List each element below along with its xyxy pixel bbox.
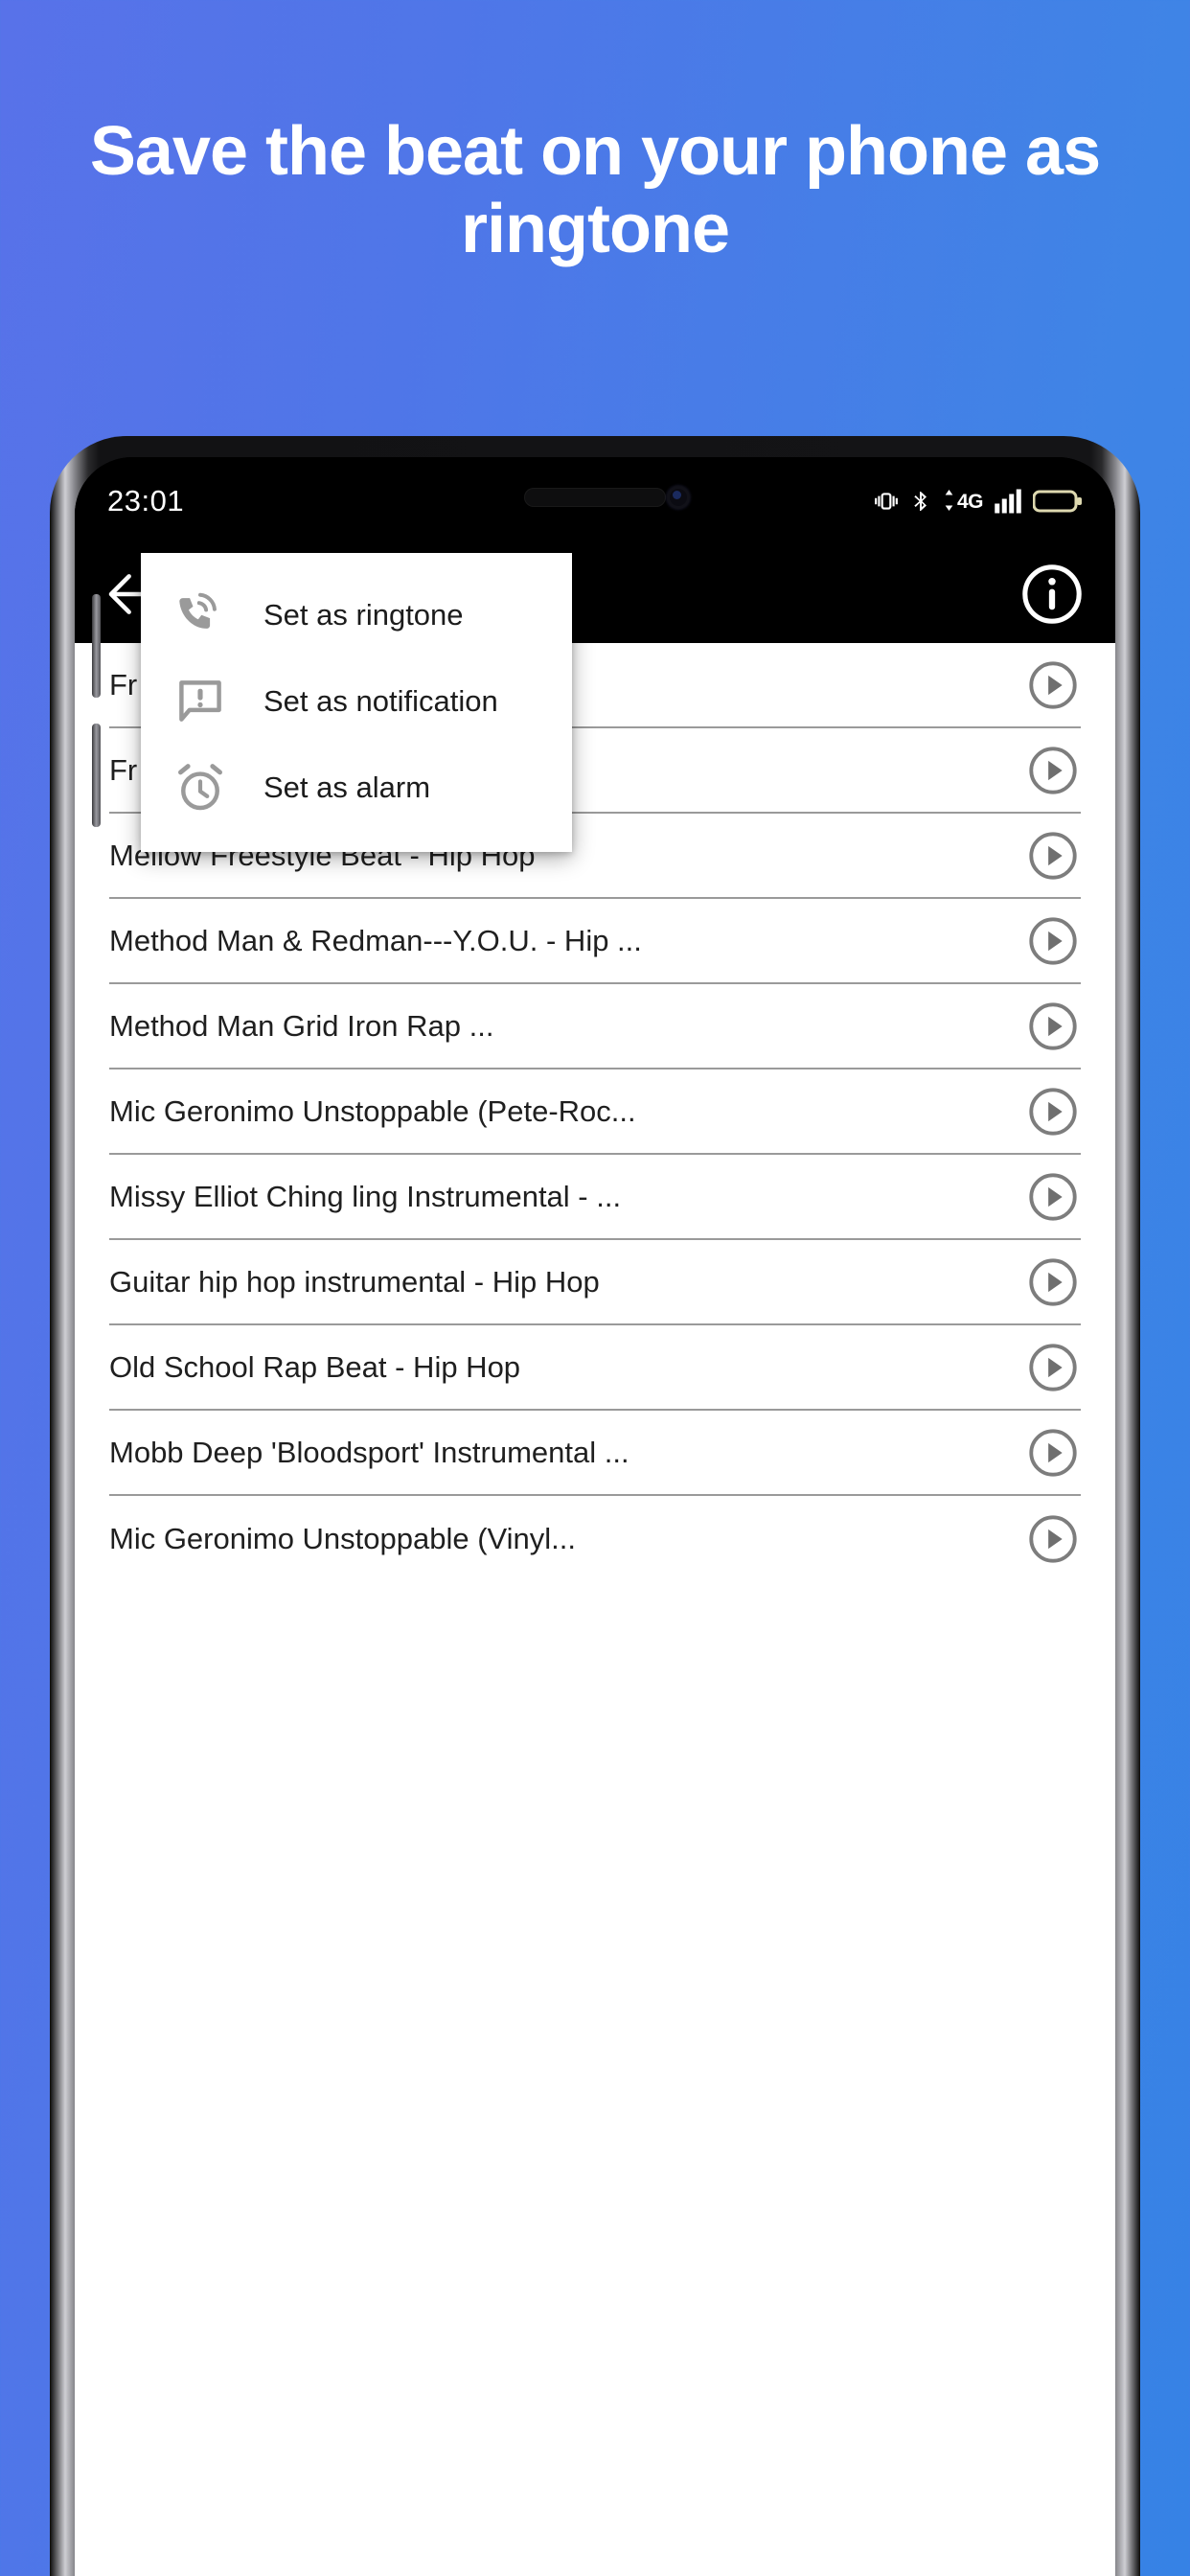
info-icon[interactable]	[1018, 560, 1087, 629]
ringtone-icon	[173, 588, 227, 642]
signal-bars-icon	[994, 489, 1022, 514]
play-circle-icon[interactable]	[1025, 1425, 1081, 1481]
status-icons: 4G	[874, 488, 1083, 515]
menu-item-set-as-notification[interactable]: Set as notification	[141, 658, 572, 745]
play-circle-icon[interactable]	[1025, 828, 1081, 884]
menu-item-set-as-alarm[interactable]: Set as alarm	[141, 745, 572, 831]
phone-frame: 23:01 4G Fr Fr Mellow Freestyle Beat - H…	[50, 436, 1140, 2576]
list-item[interactable]: Missy Elliot Ching ling Instrumental - .…	[109, 1155, 1081, 1240]
song-title: Old School Rap Beat - Hip Hop	[109, 1349, 521, 1384]
play-circle-icon[interactable]	[1025, 999, 1081, 1054]
play-circle-icon[interactable]	[1025, 657, 1081, 713]
earpiece-speaker	[524, 488, 666, 507]
volume-up-button[interactable]	[92, 594, 101, 698]
phone-screen: 23:01 4G Fr Fr Mellow Freestyle Beat - H…	[75, 457, 1115, 2576]
play-circle-icon[interactable]	[1025, 913, 1081, 969]
list-item[interactable]: Method Man & Redman---Y.O.U. - Hip ...	[109, 899, 1081, 984]
menu-item-label: Set as alarm	[263, 770, 431, 804]
song-title: Missy Elliot Ching ling Instrumental - .…	[109, 1179, 622, 1213]
play-circle-icon[interactable]	[1025, 1340, 1081, 1395]
list-item[interactable]: Mic Geronimo Unstoppable (Pete-Roc...	[109, 1070, 1081, 1155]
status-clock: 23:01	[107, 484, 185, 518]
notification-icon	[173, 675, 227, 728]
song-list[interactable]: Fr Fr Mellow Freestyle Beat - Hip Hop Me…	[75, 643, 1115, 2576]
alarm-clock-icon	[173, 761, 227, 815]
list-item[interactable]: Mobb Deep 'Bloodsport' Instrumental ...	[109, 1411, 1081, 1496]
network-4g-icon: 4G	[943, 489, 984, 514]
song-title: Fr	[109, 667, 138, 702]
battery-icon	[1033, 488, 1083, 515]
song-title: Mic Geronimo Unstoppable (Pete-Roc...	[109, 1093, 636, 1128]
menu-item-set-as-ringtone[interactable]: Set as ringtone	[141, 572, 572, 658]
volume-down-button[interactable]	[92, 724, 101, 827]
song-title: Fr	[109, 752, 138, 787]
menu-item-label: Set as ringtone	[263, 598, 464, 632]
play-circle-icon[interactable]	[1025, 1511, 1081, 1567]
list-item[interactable]: Old School Rap Beat - Hip Hop	[109, 1325, 1081, 1411]
song-title: Guitar hip hop instrumental - Hip Hop	[109, 1264, 600, 1299]
song-title: Mobb Deep 'Bloodsport' Instrumental ...	[109, 1435, 629, 1469]
context-menu[interactable]: Set as ringtone Set as notification Set …	[141, 553, 572, 852]
play-circle-icon[interactable]	[1025, 1254, 1081, 1310]
vibrate-icon	[874, 489, 899, 514]
list-item[interactable]: Guitar hip hop instrumental - Hip Hop	[109, 1240, 1081, 1325]
bluetooth-icon	[909, 488, 932, 515]
list-item[interactable]: Method Man Grid Iron Rap ...	[109, 984, 1081, 1070]
play-circle-icon[interactable]	[1025, 743, 1081, 798]
play-circle-icon[interactable]	[1025, 1169, 1081, 1225]
menu-item-label: Set as notification	[263, 684, 498, 718]
song-title: Mic Geronimo Unstoppable (Vinyl...	[109, 1521, 577, 1555]
song-title: Method Man Grid Iron Rap ...	[109, 1008, 494, 1043]
song-title: Method Man & Redman---Y.O.U. - Hip ...	[109, 923, 642, 957]
front-camera	[667, 486, 690, 509]
play-circle-icon[interactable]	[1025, 1084, 1081, 1139]
list-item[interactable]: Mic Geronimo Unstoppable (Vinyl...	[109, 1496, 1081, 1581]
page-title: Save the beat on your phone as ringtone	[89, 113, 1101, 267]
